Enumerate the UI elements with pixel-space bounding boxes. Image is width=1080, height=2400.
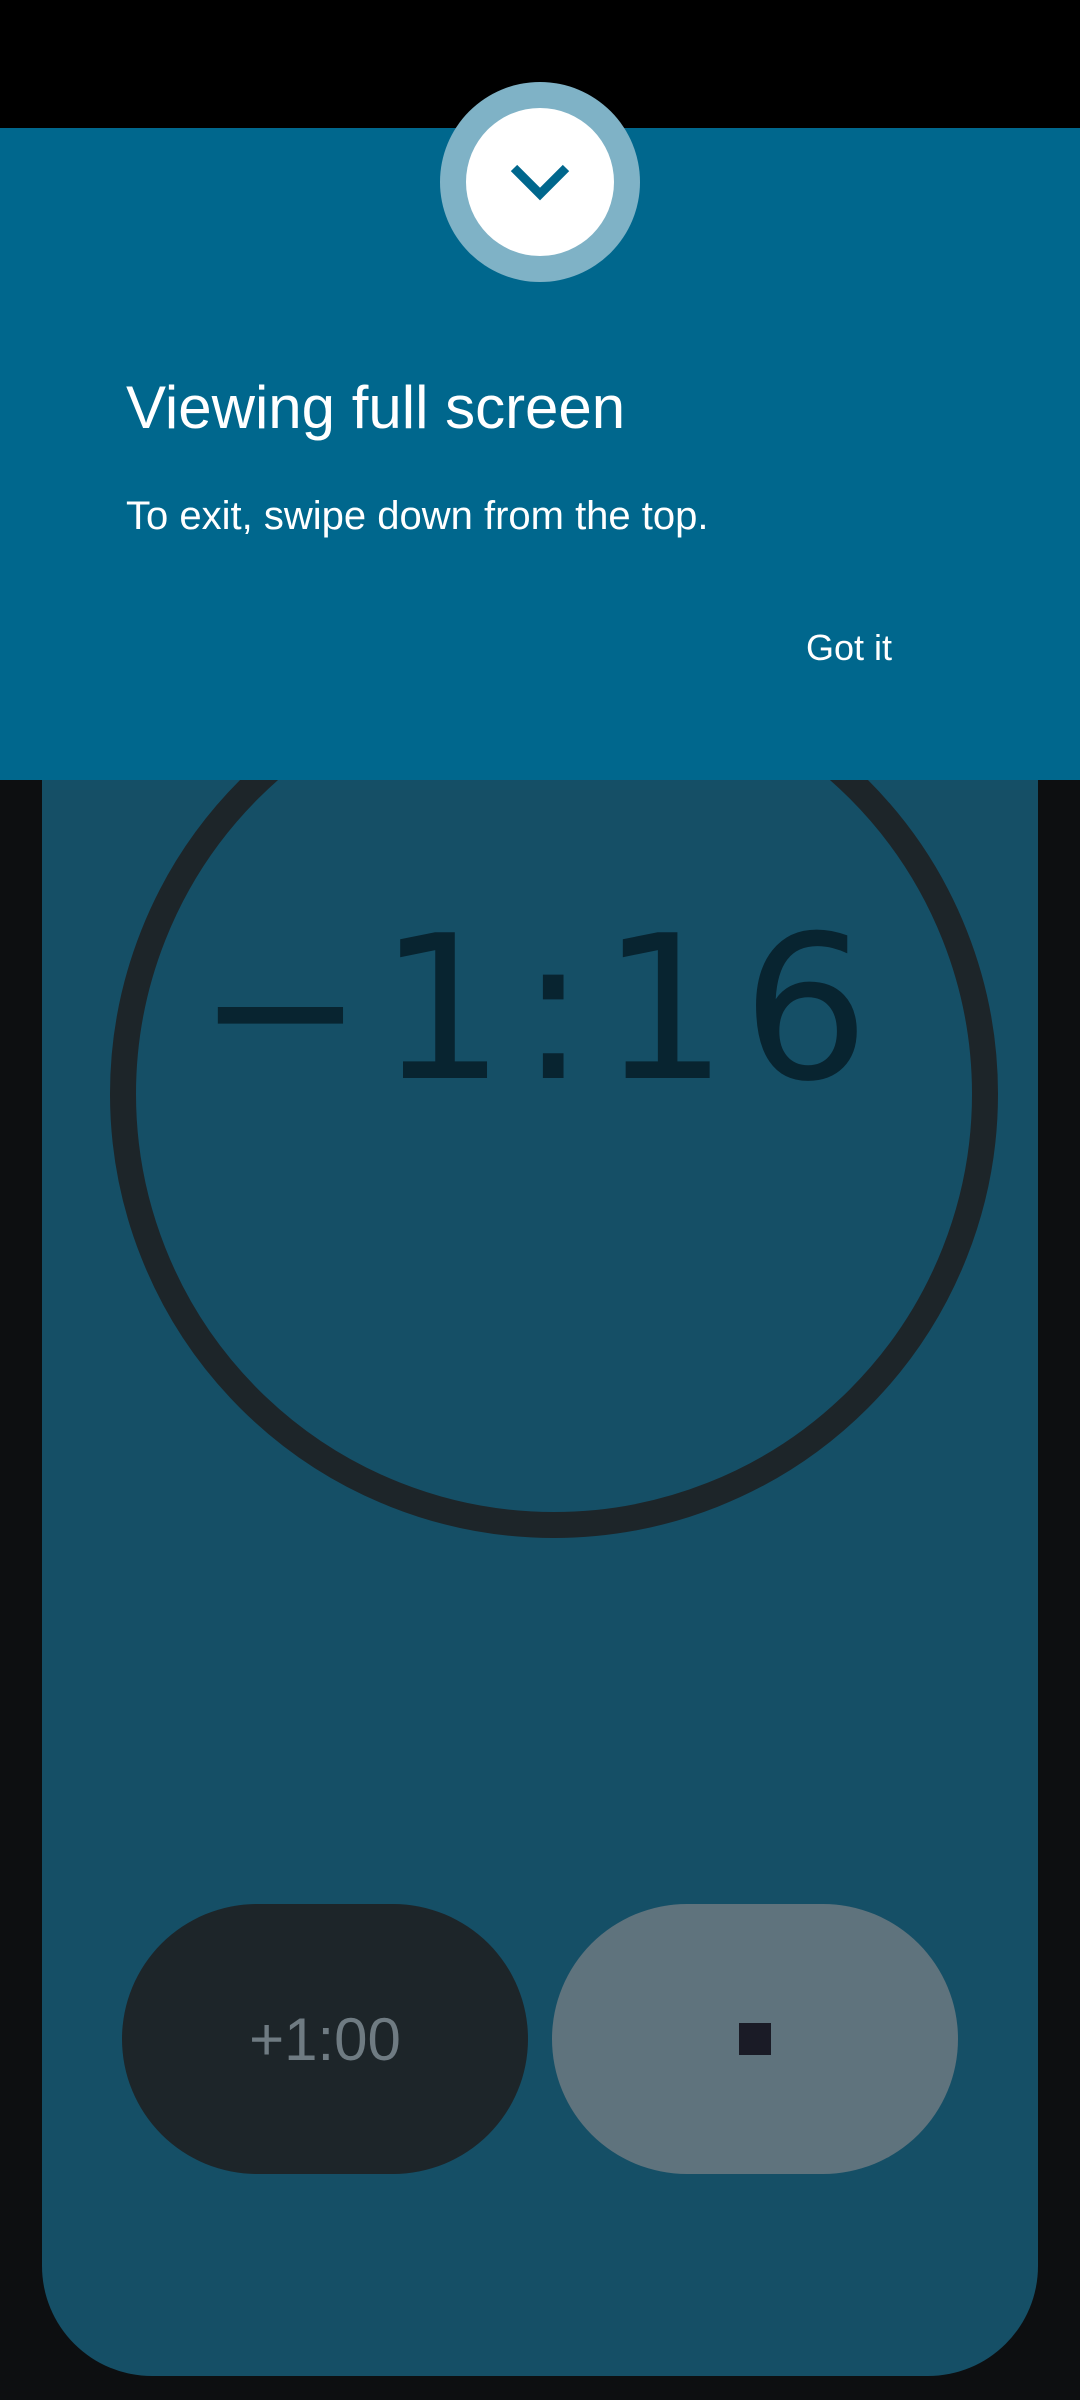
stop-button[interactable] bbox=[552, 1904, 958, 2174]
screen: −1:16 +1:00 Viewing full screen To exit,… bbox=[0, 0, 1080, 2400]
banner-handle[interactable] bbox=[440, 82, 640, 282]
fullscreen-banner: Viewing full screen To exit, swipe down … bbox=[0, 82, 1080, 780]
chevron-down-icon-svg bbox=[510, 164, 570, 201]
got-it-button[interactable]: Got it bbox=[790, 618, 908, 678]
banner-title: Viewing full screen bbox=[126, 374, 626, 441]
stop-icon bbox=[739, 2023, 771, 2055]
timer-display: −1:16 bbox=[196, 893, 884, 1126]
add-one-minute-button[interactable]: +1:00 bbox=[122, 1904, 528, 2174]
chevron-down-icon bbox=[466, 108, 614, 256]
timer-card: −1:16 +1:00 bbox=[42, 680, 1038, 2376]
banner-message: To exit, swipe down from the top. bbox=[126, 494, 709, 538]
